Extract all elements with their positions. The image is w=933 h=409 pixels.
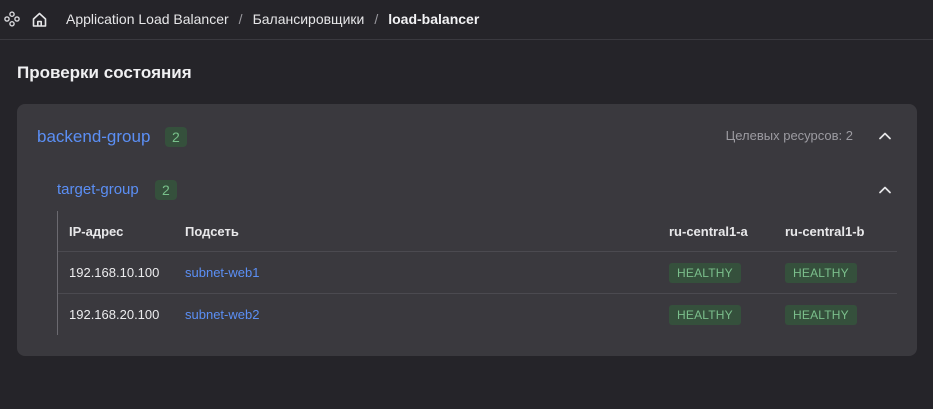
column-header-subnet: Подсеть (185, 224, 239, 239)
nodes-icon[interactable] (4, 11, 20, 27)
breadcrumb-item-balancers[interactable]: Балансировщики (253, 11, 365, 27)
tree-line (57, 211, 58, 335)
breadcrumb: Application Load Balancer / Балансировщи… (66, 11, 479, 27)
page-title: Проверки состояния (17, 63, 192, 82)
home-icon[interactable] (31, 11, 48, 28)
status-badge: HEALTHY (669, 305, 741, 325)
status-badge: HEALTHY (785, 263, 857, 283)
chevron-up-icon[interactable] (878, 185, 892, 195)
breadcrumb-separator: / (374, 11, 379, 27)
backend-group-link[interactable]: backend-group (37, 127, 150, 147)
column-header-zone-a: ru-central1-a (669, 224, 748, 239)
top-bar: Application Load Balancer / Балансировщи… (0, 0, 933, 40)
targets-count-label: Целевых ресурсов: 2 (725, 128, 853, 143)
breadcrumb-separator: / (238, 11, 243, 27)
subnet-link[interactable]: subnet-web1 (185, 265, 259, 280)
column-header-ip: IP-адрес (69, 224, 124, 239)
status-badge: HEALTHY (669, 263, 741, 283)
column-header-zone-b: ru-central1-b (785, 224, 865, 239)
chevron-up-icon[interactable] (878, 131, 892, 141)
backend-group-count-badge: 2 (165, 127, 187, 147)
ip-address: 192.168.10.100 (69, 265, 160, 280)
status-badge: HEALTHY (785, 305, 857, 325)
row-divider (58, 251, 897, 252)
breadcrumb-item-current: load-balancer (388, 11, 480, 27)
target-group-count-badge: 2 (155, 180, 177, 200)
backend-group-card: backend-group 2 Целевых ресурсов: 2 targ… (17, 104, 917, 356)
breadcrumb-item-alb[interactable]: Application Load Balancer (66, 11, 229, 27)
subnet-link[interactable]: subnet-web2 (185, 307, 259, 322)
target-group-link[interactable]: target-group (57, 181, 139, 198)
row-divider (58, 293, 897, 294)
ip-address: 192.168.20.100 (69, 307, 160, 322)
